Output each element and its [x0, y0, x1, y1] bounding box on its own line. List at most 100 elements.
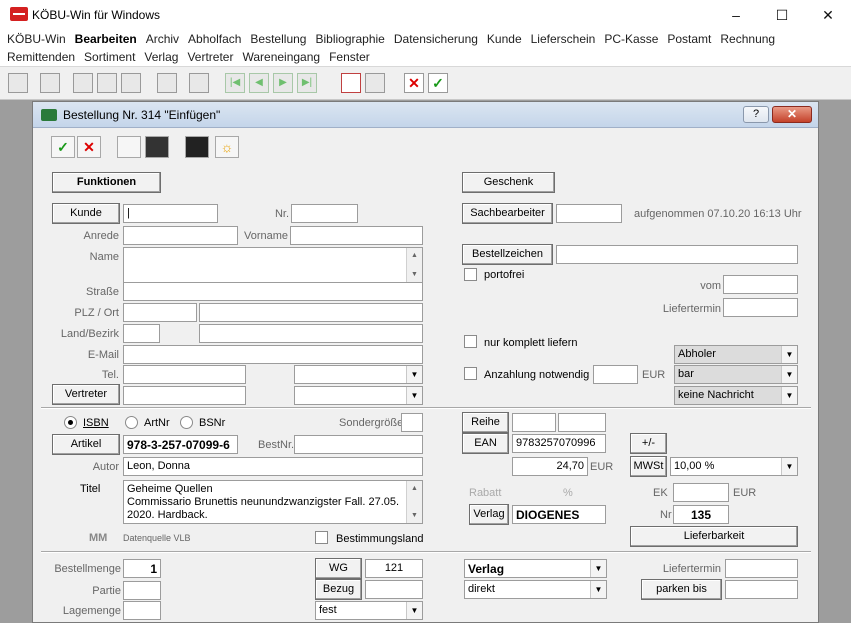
- menu-lieferschein[interactable]: Lieferschein: [531, 32, 596, 46]
- bezirk-input[interactable]: [199, 324, 423, 343]
- anzahlung-checkbox[interactable]: [464, 367, 477, 380]
- verlag-nr-input[interactable]: 135: [673, 505, 729, 524]
- cancel-icon[interactable]: ✕: [77, 136, 101, 158]
- bsnr-radio[interactable]: [180, 416, 193, 429]
- menu-fenster[interactable]: Fenster: [329, 50, 370, 64]
- verlag-select[interactable]: Verlag ▼: [464, 559, 607, 578]
- anzahlung-input[interactable]: [593, 365, 638, 384]
- document-icon[interactable]: [121, 73, 141, 93]
- dialog-close-button[interactable]: ✕: [772, 106, 812, 123]
- land-input[interactable]: [123, 324, 160, 343]
- kunde-input[interactable]: |: [123, 204, 218, 223]
- bezug-button[interactable]: Bezug: [315, 579, 362, 600]
- vertreter-input[interactable]: [123, 386, 246, 405]
- isbn-input[interactable]: 978-3-257-07099-6: [123, 435, 238, 454]
- bestellzeichen-input[interactable]: [556, 245, 798, 264]
- calculator-icon[interactable]: [40, 73, 60, 93]
- artikel-button[interactable]: Artikel: [52, 434, 120, 455]
- vertreter-button[interactable]: Vertreter: [52, 384, 120, 405]
- help-button[interactable]: ?: [743, 106, 769, 123]
- vom-input[interactable]: [723, 275, 798, 294]
- edit-note-icon[interactable]: [185, 136, 209, 158]
- abholer-select[interactable]: Abholer ▼: [674, 345, 798, 364]
- menu-bibliographie[interactable]: Bibliographie: [315, 32, 384, 46]
- menu-verlag[interactable]: Verlag: [144, 50, 178, 64]
- bestellzeichen-button[interactable]: Bestellzeichen: [462, 244, 553, 265]
- plz-input[interactable]: [123, 303, 197, 322]
- bezug-input[interactable]: [365, 580, 423, 599]
- ek-input[interactable]: [673, 483, 729, 502]
- vorname-input[interactable]: [290, 226, 423, 245]
- menu-sortiment[interactable]: Sortiment: [84, 50, 135, 64]
- ean-input[interactable]: 9783257070996: [512, 434, 606, 453]
- kunde-nr-input[interactable]: [291, 204, 358, 223]
- bestimmungsland-checkbox[interactable]: [315, 531, 328, 544]
- sachbearbeiter-button[interactable]: Sachbearbeiter: [462, 203, 553, 224]
- bezug-select[interactable]: fest ▼: [315, 601, 423, 620]
- menu-bestellung[interactable]: Bestellung: [250, 32, 306, 46]
- previous-record-icon[interactable]: ◀: [249, 73, 269, 93]
- parken-bis-button[interactable]: parken bis: [641, 579, 722, 600]
- verlag-button[interactable]: Verlag: [469, 504, 509, 525]
- tel-input[interactable]: [123, 365, 246, 384]
- menu-remittenden[interactable]: Remittenden: [7, 50, 75, 64]
- sun-icon[interactable]: ☼: [215, 136, 239, 158]
- bestellmenge-input[interactable]: 1: [123, 559, 161, 578]
- first-record-icon[interactable]: |◀: [225, 73, 245, 93]
- mwst-button[interactable]: MWSt: [630, 456, 667, 477]
- edit-icon[interactable]: [97, 73, 117, 93]
- folder-icon[interactable]: [73, 73, 93, 93]
- lagemenge-input[interactable]: [123, 601, 161, 620]
- lieferbarkeit-button[interactable]: Lieferbarkeit: [630, 526, 798, 547]
- maximize-button[interactable]: ☐: [759, 0, 805, 30]
- sachbearbeiter-input[interactable]: [556, 204, 622, 223]
- zahlungsart-select[interactable]: bar ▼: [674, 365, 798, 384]
- portofrei-checkbox[interactable]: [464, 268, 477, 281]
- isbn-radio[interactable]: [64, 416, 77, 429]
- menu-wareneingang[interactable]: Wareneingang: [242, 50, 320, 64]
- reihe-button[interactable]: Reihe: [462, 412, 509, 433]
- name-textarea[interactable]: [123, 247, 423, 283]
- nachricht-select[interactable]: keine Nachricht ▼: [674, 386, 798, 405]
- grid-icon[interactable]: [365, 73, 385, 93]
- direkt-select[interactable]: direkt ▼: [464, 580, 607, 599]
- wg-button[interactable]: WG: [315, 558, 362, 579]
- titel-textarea[interactable]: Geheime Quellen Commissario Brunettis ne…: [123, 480, 423, 524]
- liefertermin-input-top[interactable]: [723, 298, 798, 317]
- cancel-icon[interactable]: ✕: [404, 73, 424, 93]
- tel-type-select[interactable]: ▼: [294, 365, 423, 384]
- minimize-button[interactable]: –: [713, 0, 759, 30]
- barcode-icon[interactable]: [189, 73, 209, 93]
- menu-koebu-win[interactable]: KÖBU-Win: [7, 32, 66, 46]
- wg-input[interactable]: 121: [365, 559, 423, 578]
- partie-input[interactable]: [123, 581, 161, 600]
- print-icon[interactable]: [157, 73, 177, 93]
- strasse-input[interactable]: [123, 282, 423, 301]
- menu-archiv[interactable]: Archiv: [146, 32, 179, 46]
- parken-bis-input[interactable]: [725, 580, 798, 599]
- email-input[interactable]: [123, 345, 423, 364]
- menu-pc-kasse[interactable]: PC-Kasse: [604, 32, 658, 46]
- window-icon[interactable]: [341, 73, 361, 93]
- image-icon[interactable]: [145, 136, 169, 158]
- titel-scrollbar[interactable]: [406, 481, 422, 523]
- menu-datensicherung[interactable]: Datensicherung: [394, 32, 478, 46]
- next-record-icon[interactable]: ▶: [273, 73, 293, 93]
- mwst-select[interactable]: 10,00 % ▼: [670, 457, 798, 476]
- last-record-icon[interactable]: ▶|: [297, 73, 317, 93]
- confirm-icon[interactable]: ✓: [428, 73, 448, 93]
- menu-bearbeiten[interactable]: Bearbeiten: [75, 32, 137, 46]
- reihe-input-1[interactable]: [512, 413, 556, 432]
- vertreter-select[interactable]: ▼: [294, 386, 423, 405]
- funktionen-button[interactable]: Funktionen: [52, 172, 161, 193]
- geschenk-button[interactable]: Geschenk: [462, 172, 555, 193]
- name-scrollbar[interactable]: [406, 248, 422, 282]
- menu-postamt[interactable]: Postamt: [667, 32, 711, 46]
- plusminus-button[interactable]: +/-: [630, 433, 667, 454]
- ok-icon[interactable]: ✓: [51, 136, 75, 158]
- person-icon[interactable]: [8, 73, 28, 93]
- menu-abholfach[interactable]: Abholfach: [188, 32, 241, 46]
- kunde-button[interactable]: Kunde: [52, 203, 120, 224]
- menu-vertreter[interactable]: Vertreter: [187, 50, 233, 64]
- nur-komplett-checkbox[interactable]: [464, 335, 477, 348]
